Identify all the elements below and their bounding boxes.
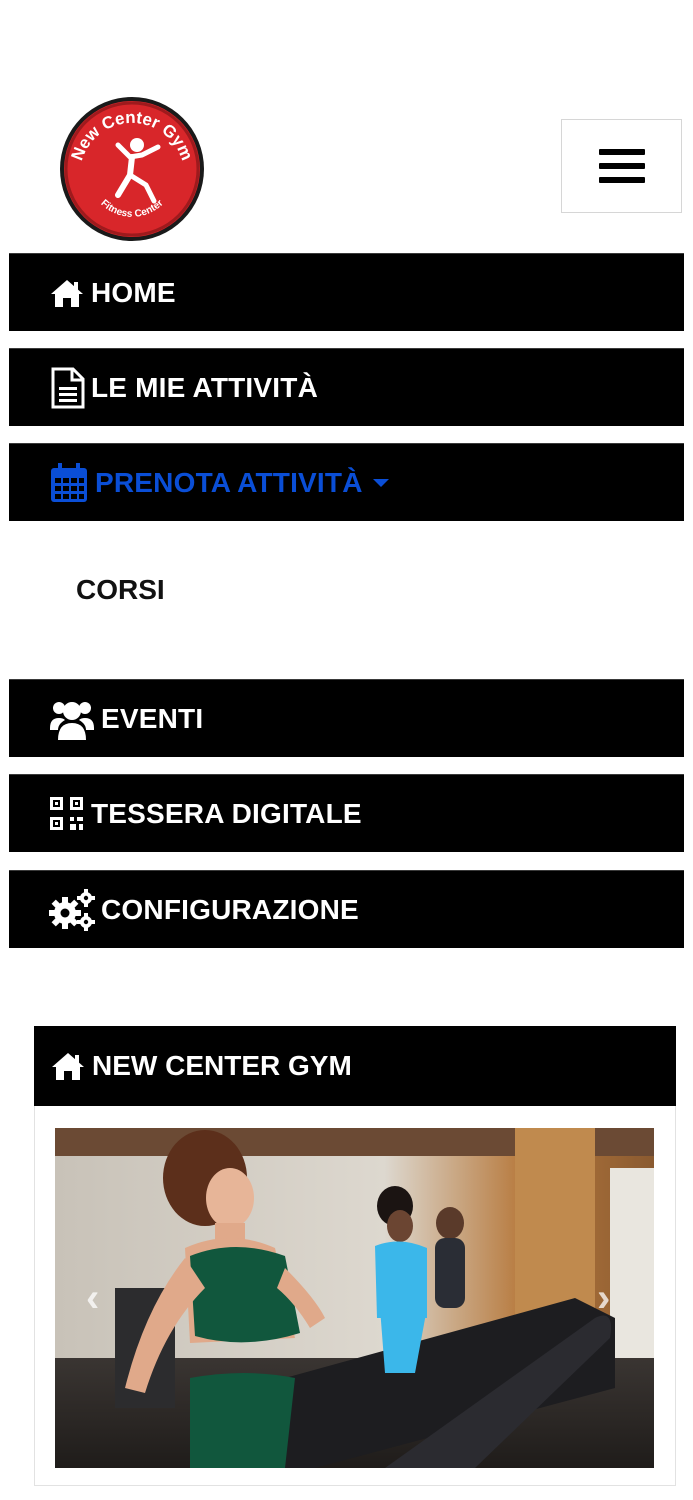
card-header: NEW CENTER GYM [34,1026,676,1106]
caret-down-icon [372,478,389,487]
nav-book-activity[interactable]: PRENOTA ATTIVITÀ [9,443,684,521]
gym-photo-carousel[interactable] [55,1128,654,1468]
nav-events-label: EVENTI [101,702,204,734]
card-title: NEW CENTER GYM [92,1050,352,1081]
nav-my-activities-label: LE MIE ATTIVITÀ [91,371,318,403]
hamburger-bar [598,177,645,183]
nav-digital-card-label: TESSERA DIGITALE [91,797,362,829]
users-icon [49,698,95,740]
carousel-prev-button[interactable]: ‹ [86,1276,99,1321]
nav-book-activity-label: PRENOTA ATTIVITÀ [95,466,363,498]
submenu-corsi[interactable]: CORSI [76,574,165,606]
gym-logo[interactable]: New Center Gym Fitness Center [58,95,206,243]
nav-home[interactable]: HOME [9,253,684,331]
menu-toggle-button[interactable] [561,119,682,213]
nav-digital-card[interactable]: TESSERA DIGITALE [9,774,684,852]
hamburger-icon [598,149,645,155]
nav-home-label: HOME [91,276,176,308]
gym-photo [55,1128,654,1468]
nav-my-activities[interactable]: LE MIE ATTIVITÀ [9,348,684,426]
qrcode-icon [49,796,85,832]
home-icon [50,1050,86,1082]
calendar-icon [49,462,89,504]
home-icon [49,277,85,309]
carousel-next-button[interactable]: › [597,1276,610,1321]
hamburger-bar [598,163,645,169]
nav-configuration[interactable]: CONFIGURAZIONE [9,870,684,948]
document-icon [49,367,85,409]
nav-configuration-label: CONFIGURAZIONE [101,893,359,925]
cogs-icon [49,888,95,931]
nav-events[interactable]: EVENTI [9,679,684,757]
